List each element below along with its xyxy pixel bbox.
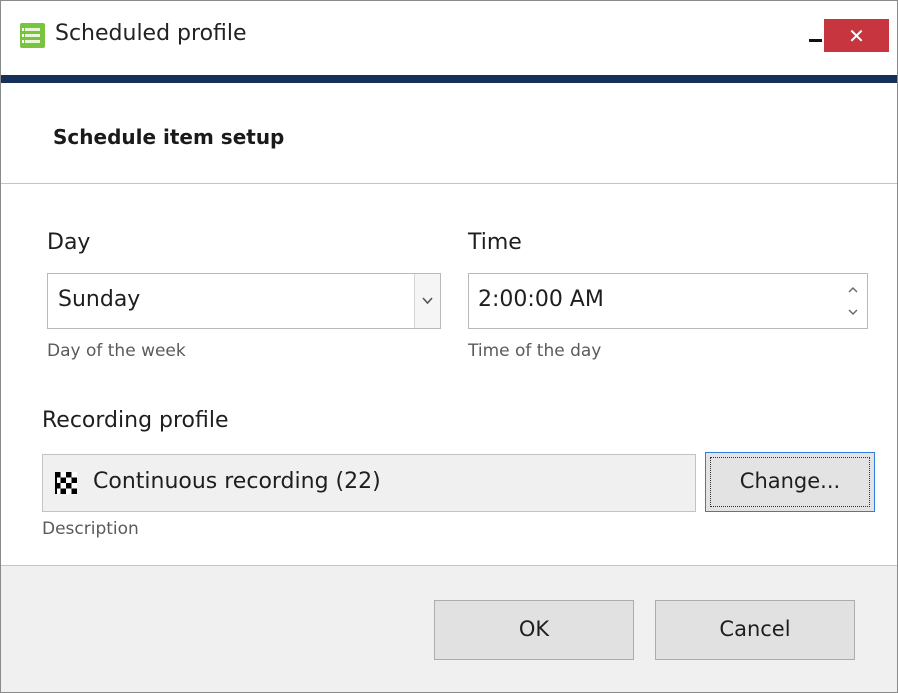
spin-up-icon [848, 287, 858, 293]
schedule-list-icon [20, 23, 45, 48]
ok-button[interactable]: OK [434, 600, 634, 660]
day-select[interactable]: Sunday [47, 273, 441, 329]
cancel-button[interactable]: Cancel [655, 600, 855, 660]
close-button[interactable]: ✕ [824, 19, 889, 52]
header-divider [1, 183, 897, 184]
time-decrement-button[interactable] [845, 301, 861, 323]
accent-bar [1, 75, 897, 83]
time-input[interactable]: 2:00:00 AM [468, 273, 868, 329]
checkered-flag-icon [55, 472, 77, 494]
dialog-header: Schedule item setup [1, 83, 897, 183]
change-button-label: Change... [739, 469, 841, 493]
dialog-footer: OK Cancel [1, 565, 897, 692]
time-input-value: 2:00:00 AM [478, 287, 604, 312]
cancel-button-label: Cancel [719, 617, 791, 641]
recording-profile-field: Continuous recording (22) [42, 454, 696, 512]
minimize-icon [809, 39, 822, 42]
time-helper-text: Time of the day [468, 341, 602, 361]
close-icon: ✕ [848, 23, 865, 48]
dialog-window: Scheduled profile ✕ Schedule item setup … [0, 0, 898, 693]
chevron-down-icon [422, 297, 433, 305]
time-label: Time [468, 230, 522, 255]
window-title: Scheduled profile [55, 21, 247, 46]
day-select-value: Sunday [58, 287, 141, 312]
spin-down-icon [848, 309, 858, 315]
day-dropdown-toggle[interactable] [414, 274, 440, 328]
recording-helper-text: Description [42, 519, 139, 539]
page-title: Schedule item setup [53, 125, 285, 149]
time-increment-button[interactable] [845, 279, 861, 301]
day-label: Day [47, 230, 91, 255]
day-helper-text: Day of the week [47, 341, 186, 361]
recording-profile-value: Continuous recording (22) [93, 469, 381, 494]
change-profile-button[interactable]: Change... [705, 452, 875, 512]
ok-button-label: OK [518, 617, 550, 641]
title-bar[interactable]: Scheduled profile ✕ [1, 1, 897, 75]
recording-profile-label: Recording profile [42, 408, 229, 433]
